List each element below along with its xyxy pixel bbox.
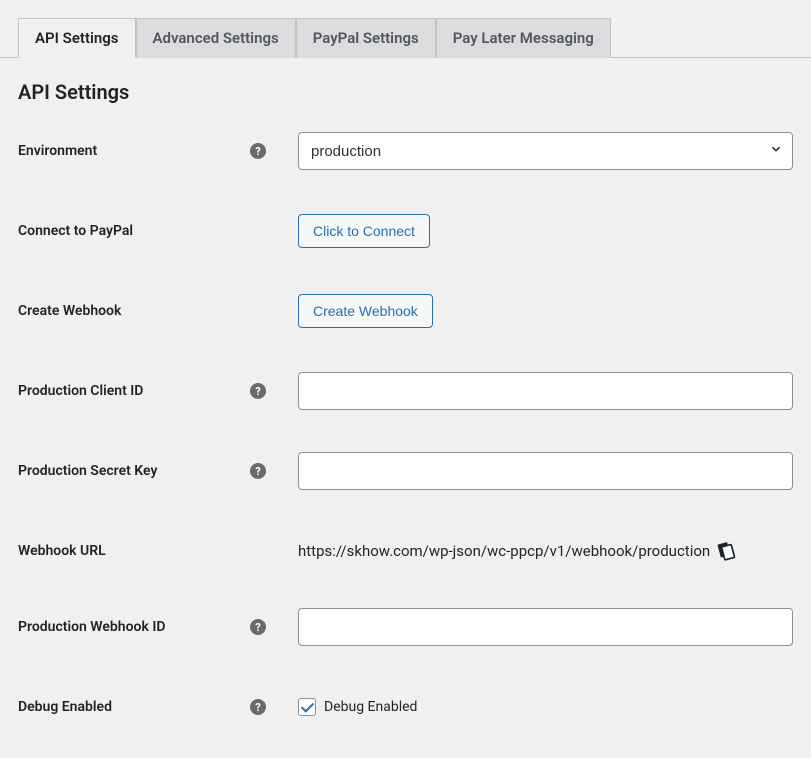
connect-paypal-label: Connect to PayPal: [18, 223, 266, 239]
label-cell: Production Secret Key ?: [18, 463, 266, 479]
webhook-url-value: https://skhow.com/wp-json/wc-ppcp/v1/web…: [298, 542, 710, 560]
environment-label: Environment: [18, 143, 250, 159]
row-secret-key: Production Secret Key ?: [18, 452, 793, 490]
secret-key-input[interactable]: [298, 452, 793, 490]
label-cell: Debug Enabled ?: [18, 699, 266, 715]
row-connect-paypal: Connect to PayPal Click to Connect: [18, 212, 793, 250]
field-cell: https://skhow.com/wp-json/wc-ppcp/v1/web…: [266, 541, 793, 561]
row-client-id: Production Client ID ?: [18, 372, 793, 410]
field-cell: production: [266, 132, 793, 170]
help-icon[interactable]: ?: [250, 383, 266, 399]
secret-key-label: Production Secret Key: [18, 463, 250, 479]
row-webhook-id: Production Webhook ID ?: [18, 608, 793, 646]
tab-paypal-settings[interactable]: PayPal Settings: [296, 18, 436, 58]
webhook-url-label: Webhook URL: [18, 543, 266, 559]
page-title: API Settings: [18, 80, 793, 104]
client-id-input[interactable]: [298, 372, 793, 410]
field-cell: [266, 608, 793, 646]
tab-api-settings[interactable]: API Settings: [18, 18, 136, 58]
debug-checkbox-wrap: Debug Enabled: [298, 698, 417, 716]
webhook-id-label: Production Webhook ID: [18, 619, 250, 635]
environment-select-wrap: production: [298, 132, 793, 170]
help-icon[interactable]: ?: [250, 143, 266, 159]
copy-icon[interactable]: [716, 541, 736, 561]
debug-enabled-label: Debug Enabled: [18, 699, 250, 715]
field-cell: Click to Connect: [266, 214, 793, 248]
field-cell: [266, 452, 793, 490]
row-debug-enabled: Debug Enabled ? Debug Enabled: [18, 688, 793, 726]
help-icon[interactable]: ?: [250, 463, 266, 479]
settings-tabs: API Settings Advanced Settings PayPal Se…: [0, 0, 811, 58]
field-cell: [266, 372, 793, 410]
debug-checkbox-label: Debug Enabled: [324, 699, 417, 715]
connect-button[interactable]: Click to Connect: [298, 214, 430, 248]
tab-advanced-settings[interactable]: Advanced Settings: [136, 18, 296, 58]
label-cell: Production Webhook ID ?: [18, 619, 266, 635]
label-cell: Production Client ID ?: [18, 383, 266, 399]
label-cell: Environment ?: [18, 143, 266, 159]
label-cell: Webhook URL: [18, 543, 266, 559]
client-id-label: Production Client ID: [18, 383, 250, 399]
help-icon[interactable]: ?: [250, 699, 266, 715]
field-cell: Debug Enabled: [266, 698, 793, 716]
create-webhook-label: Create Webhook: [18, 303, 266, 319]
settings-content: API Settings Environment ? production Co…: [0, 58, 811, 758]
tab-pay-later-messaging[interactable]: Pay Later Messaging: [436, 18, 611, 58]
row-environment: Environment ? production: [18, 132, 793, 170]
environment-select[interactable]: production: [298, 132, 793, 170]
row-webhook-url: Webhook URL https://skhow.com/wp-json/wc…: [18, 532, 793, 570]
webhook-id-input[interactable]: [298, 608, 793, 646]
label-cell: Create Webhook: [18, 303, 266, 319]
row-create-webhook: Create Webhook Create Webhook: [18, 292, 793, 330]
field-cell: Create Webhook: [266, 294, 793, 328]
help-icon[interactable]: ?: [250, 619, 266, 635]
label-cell: Connect to PayPal: [18, 223, 266, 239]
debug-checkbox[interactable]: [298, 698, 316, 716]
create-webhook-button[interactable]: Create Webhook: [298, 294, 433, 328]
